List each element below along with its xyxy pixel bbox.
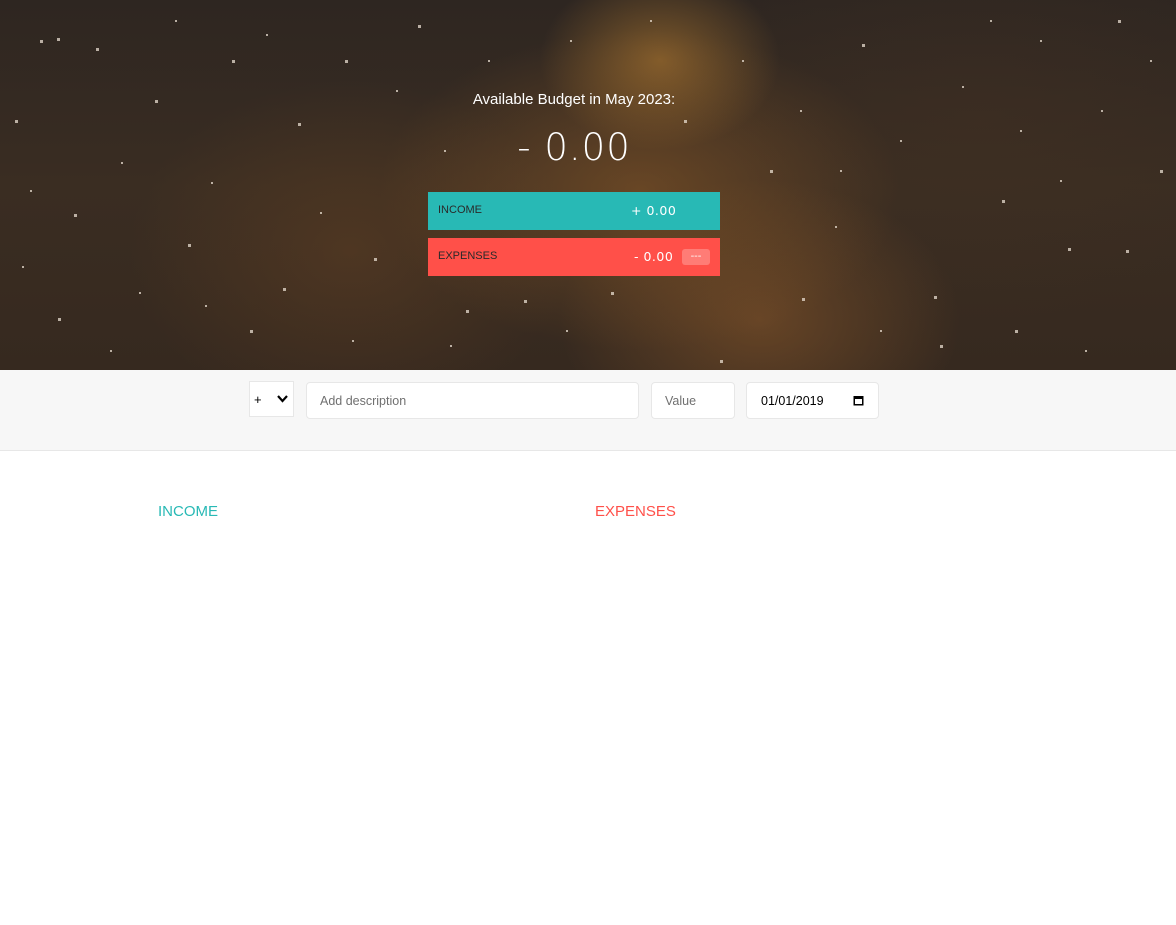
add-description-placeholder: Add description	[320, 394, 407, 408]
income-list-title: Income	[158, 503, 218, 520]
budget-expenses-row: EXPENSES - 0.00 ---	[428, 238, 720, 276]
budget-expenses-label: EXPENSES	[438, 250, 498, 262]
expenses-list-title: Expenses	[595, 503, 676, 520]
add-type-select[interactable]: +	[249, 381, 294, 417]
add-description-input[interactable]: Add description	[306, 382, 639, 419]
budget-value: - 0.00	[517, 126, 631, 169]
add-item-bar: + Add description Value 01/01/2019	[0, 370, 1176, 451]
add-type-selected: +	[254, 392, 262, 407]
budget-income-value: + 0.00	[631, 203, 677, 218]
add-date-value: 01/01/2019	[761, 394, 824, 408]
budget-header: Available Budget in May 2023: - 0.00 INC…	[0, 0, 1176, 370]
budget-income-row: INCOME + 0.00	[428, 192, 720, 230]
budget-expenses-value: - 0.00	[634, 249, 674, 264]
budget-expenses-percentage: ---	[682, 249, 710, 265]
chevron-down-icon	[277, 395, 288, 403]
add-date-input[interactable]: 01/01/2019	[746, 382, 879, 419]
calendar-icon[interactable]	[853, 395, 864, 406]
budget-income-label: INCOME	[438, 204, 482, 216]
budget-summary: Available Budget in May 2023: - 0.00 INC…	[0, 0, 1176, 370]
budget-title: Available Budget in May 2023:	[472, 91, 676, 108]
add-value-input[interactable]: Value	[651, 382, 735, 419]
add-value-placeholder: Value	[665, 394, 697, 408]
